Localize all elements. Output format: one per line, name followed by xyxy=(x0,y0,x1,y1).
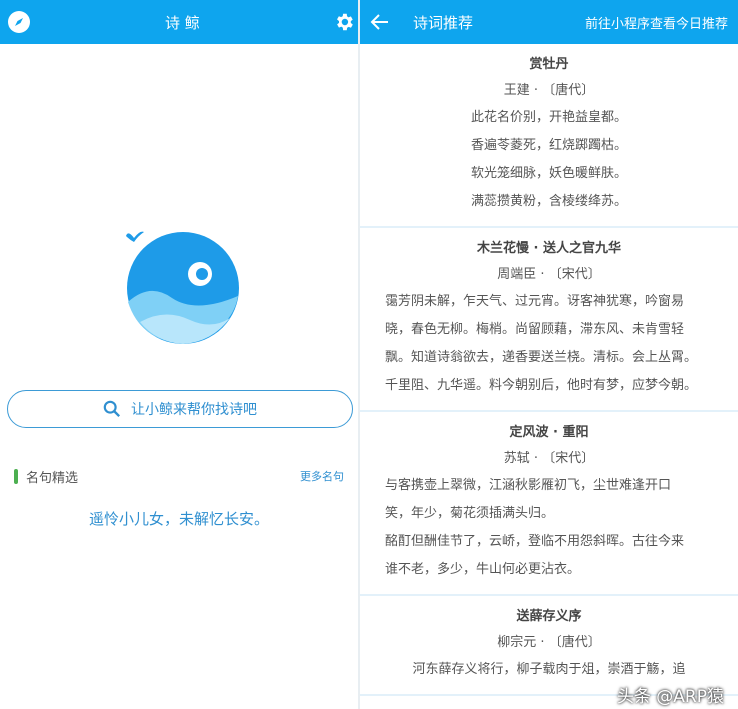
recommend-title: 诗词推荐 xyxy=(413,14,474,32)
section-marker xyxy=(14,469,18,484)
poem-line: 河东薛存义将行，柳子载肉于俎，崇酒于觞，追 xyxy=(412,662,686,677)
search-icon xyxy=(103,400,121,418)
poem-author: 苏轼 · 〔宋代〕 xyxy=(503,451,595,466)
search-input[interactable]: 让小鲸来帮你找诗吧 xyxy=(7,390,353,428)
poem-author: 周端臣 · 〔宋代〕 xyxy=(497,267,601,282)
poem-line: 飘。知道诗翁欲去，递香要送兰桡。清标。会上丛霄。 xyxy=(385,350,698,365)
poem-card[interactable]: 定风波 · 重阳 苏轼 · 〔宋代〕与客携壶上翠微，江涵秋影雁初飞，尘世难逢开口笑… xyxy=(360,412,738,596)
home-header: 诗 鲸 xyxy=(0,0,358,44)
poem-author: 柳宗元 · 〔唐代〕 xyxy=(497,635,601,650)
home-screen: 诗 鲸 让小鲸来帮你找诗吧 名句精选 更多名句 遥怜小儿女，未解忆长安。 xyxy=(0,0,358,709)
back-arrow-icon[interactable] xyxy=(370,12,390,32)
compass-icon[interactable] xyxy=(7,10,31,34)
poem-card[interactable]: 送薛存义序柳宗元 · 〔唐代〕河东薛存义将行，柳子载肉于俎，崇酒于觞，追 xyxy=(360,596,738,696)
poem-line: 千里阻、九华遥。料今朝别后，他时有梦，应梦今朝。 xyxy=(385,378,698,393)
section-title: 名句精选 xyxy=(26,471,79,486)
poem-line: 香遍苓菱死，红烧踯躅枯。 xyxy=(470,138,627,153)
recommend-header: 诗词推荐 前往小程序查看今日推荐 xyxy=(360,0,738,44)
poem-title: 木兰花慢 · 送人之官九华 xyxy=(477,241,621,256)
poem-line: 酩酊但酬佳节了，云峤，登临不用怨斜晖。古往今来 xyxy=(385,534,685,549)
poem-line: 软光笼细脉，妖色暖鲜肤。 xyxy=(470,166,627,181)
watermark: 头条 @ARP猿 xyxy=(616,687,724,707)
poem-title: 送薛存义序 xyxy=(516,609,582,624)
poem-line: 此花名价别，开艳益皇都。 xyxy=(470,110,627,125)
poem-card[interactable]: 木兰花慢 · 送人之官九华 周端臣 · 〔宋代〕霭芳阴未解，乍天气、过元宵。讶客神… xyxy=(360,228,738,412)
open-miniprogram-link[interactable]: 前往小程序查看今日推荐 xyxy=(585,13,728,32)
poem-list: 赏牡丹王建 · 〔唐代〕此花名价别，开艳益皇都。 香遍苓菱死，红烧踯躅枯。 软光笼细… xyxy=(360,44,738,696)
app-title: 诗 鲸 xyxy=(165,14,200,32)
poem-title: 定风波 · 重阳 xyxy=(509,425,589,440)
poem-title: 赏牡丹 xyxy=(529,57,569,72)
poem-line: 谁不老，多少，牛山何必更沾衣。 xyxy=(385,562,581,577)
whale-logo xyxy=(126,231,239,344)
poem-line: 满蕊攒黄粉，含棱缕绛苏。 xyxy=(470,194,627,209)
featured-quote[interactable]: 遥怜小儿女，未解忆长安。 xyxy=(0,508,358,529)
famous-lines-header: 名句精选 更多名句 xyxy=(14,466,344,486)
gear-icon[interactable] xyxy=(333,11,355,33)
poem-card[interactable]: 赏牡丹王建 · 〔唐代〕此花名价别，开艳益皇都。 香遍苓菱死，红烧踯躅枯。 软光笼细… xyxy=(360,44,738,228)
search-placeholder: 让小鲸来帮你找诗吧 xyxy=(131,402,257,418)
more-lines-link[interactable]: 更多名句 xyxy=(300,468,344,484)
poem-line: 晓，春色无柳。梅梢。尚留顾藉，滞东风、未肯雪轻 xyxy=(385,322,685,337)
poem-line: 笑，年少，菊花须插满头归。 xyxy=(385,506,555,521)
recommend-screen: 诗词推荐 前往小程序查看今日推荐 赏牡丹王建 · 〔唐代〕此花名价别，开艳益皇都… xyxy=(360,0,738,709)
poem-author: 王建 · 〔唐代〕 xyxy=(503,83,595,98)
poem-line: 与客携壶上翠微，江涵秋影雁初飞，尘世难逢开口 xyxy=(385,478,672,493)
poem-line: 霭芳阴未解，乍天气、过元宵。讶客神犹寒，吟窗易 xyxy=(385,294,685,309)
